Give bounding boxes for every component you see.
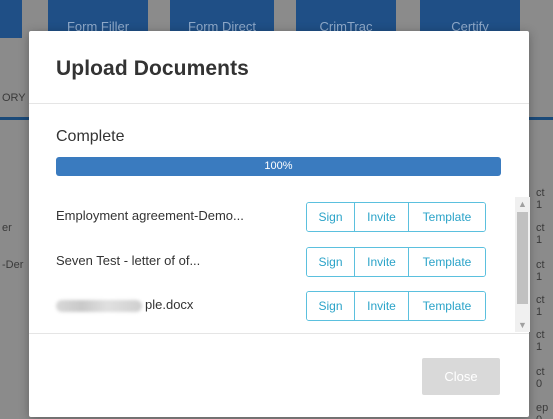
file-actions: Sign Invite Template <box>306 291 486 321</box>
upload-status: Complete <box>56 128 125 145</box>
background-label: -Der <box>2 259 24 271</box>
dialog-footer: Close <box>29 334 529 416</box>
template-button[interactable]: Template <box>409 292 485 320</box>
file-row: ple.docx Sign Invite Template <box>56 291 488 325</box>
file-actions: Sign Invite Template <box>306 202 486 232</box>
invite-button[interactable]: Invite <box>355 203 409 231</box>
background-label: ORY <box>2 92 26 104</box>
sign-button[interactable]: Sign <box>307 248 355 276</box>
file-row: Employment agreement-Demo... Sign Invite… <box>56 202 488 236</box>
dialog-body: Complete 100% Employment agreement-Demo.… <box>29 104 530 334</box>
close-button[interactable]: Close <box>422 358 500 395</box>
file-name-wrapper: ple.docx <box>56 297 193 312</box>
background-label: er <box>2 222 12 234</box>
file-name: Employment agreement-Demo... <box>56 208 244 223</box>
file-list-scrollbar[interactable]: ▲ ▼ <box>515 197 530 332</box>
file-row: Seven Test - letter of of... Sign Invite… <box>56 247 488 281</box>
background-label: ct 0 <box>536 366 545 390</box>
file-name: ple.docx <box>145 297 194 312</box>
template-button[interactable]: Template <box>409 203 485 231</box>
file-actions: Sign Invite Template <box>306 247 486 277</box>
background-label: ct 1 <box>536 259 545 283</box>
invite-button[interactable]: Invite <box>355 292 409 320</box>
dialog-title: Upload Documents <box>56 57 249 80</box>
redacted-text <box>56 299 142 312</box>
background-label: ep 0 <box>536 402 549 419</box>
dialog-header: Upload Documents <box>29 31 529 104</box>
background-label: ct 1 <box>536 187 545 211</box>
background-label: ct 1 <box>536 222 545 246</box>
template-button[interactable]: Template <box>409 248 485 276</box>
upload-documents-dialog: Upload Documents Complete 100% Employmen… <box>29 31 530 417</box>
background-tab <box>0 0 22 38</box>
file-name: Seven Test - letter of of... <box>56 253 201 268</box>
invite-button[interactable]: Invite <box>355 248 409 276</box>
chevron-up-icon[interactable]: ▲ <box>515 197 530 211</box>
file-list: Employment agreement-Demo... Sign Invite… <box>56 197 530 332</box>
sign-button[interactable]: Sign <box>307 203 355 231</box>
background-label: ct 1 <box>536 329 545 353</box>
background-label: ct 1 <box>536 294 545 318</box>
upload-progress-bar: 100% <box>56 157 501 176</box>
scrollbar-thumb[interactable] <box>517 212 528 304</box>
progress-label: 100% <box>264 160 293 172</box>
chevron-down-icon[interactable]: ▼ <box>515 318 530 332</box>
sign-button[interactable]: Sign <box>307 292 355 320</box>
